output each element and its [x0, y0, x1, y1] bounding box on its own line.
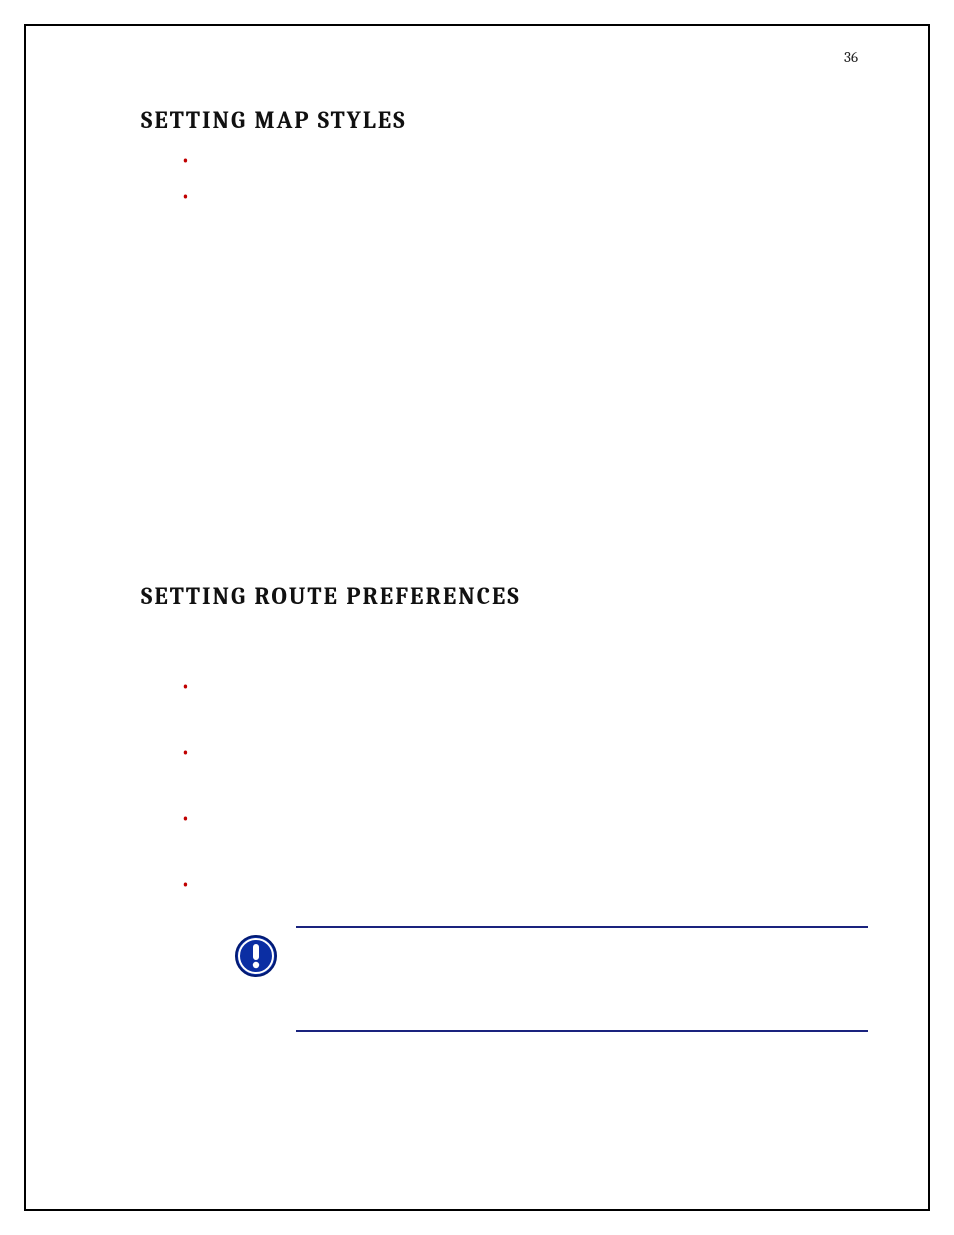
route-prefs-item: [181, 676, 858, 726]
callout-text: [296, 928, 868, 950]
route-prefs-list: [181, 676, 858, 924]
spacer: [141, 626, 858, 676]
map-styles-item: [181, 186, 858, 212]
document-page: 36 SETTING MAP STYLES SETTING ROUTE PREF…: [0, 0, 954, 1235]
route-prefs-item: [181, 874, 858, 924]
page-body: 36 SETTING MAP STYLES SETTING ROUTE PREF…: [24, 24, 930, 1211]
page-number: 36: [844, 48, 858, 66]
map-styles-list: [181, 150, 858, 212]
callout-block: [216, 926, 868, 1032]
content-area: SETTING MAP STYLES SETTING ROUTE PREFERE…: [141, 106, 858, 940]
map-styles-item: [181, 150, 858, 176]
callout-rule-bottom: [296, 1030, 868, 1032]
notice-icon: [234, 934, 278, 978]
route-prefs-item: [181, 808, 858, 858]
heading-map-styles: SETTING MAP STYLES: [141, 106, 858, 134]
route-prefs-item: [181, 742, 858, 792]
spacer: [141, 222, 858, 582]
heading-route-preferences: SETTING ROUTE PREFERENCES: [141, 582, 858, 610]
